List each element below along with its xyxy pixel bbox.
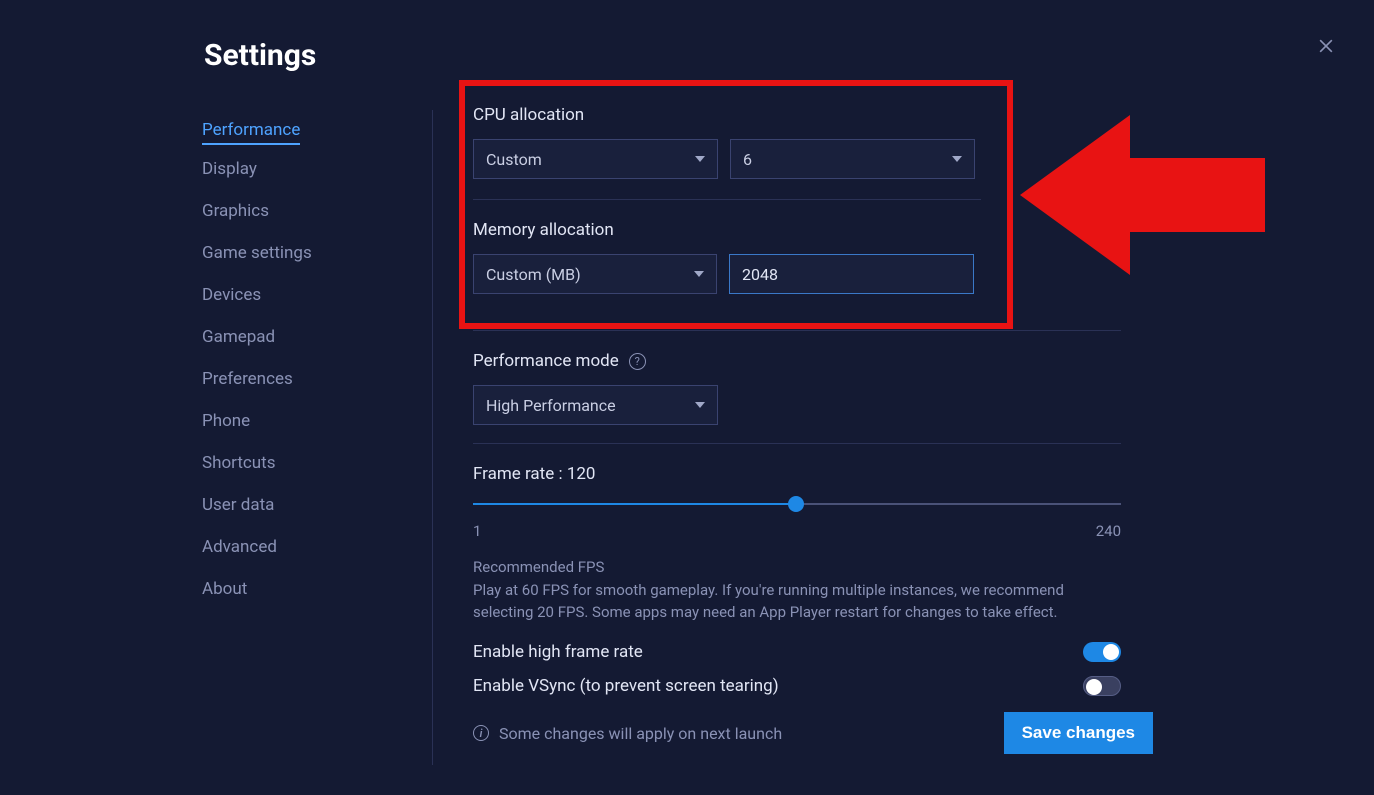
help-icon[interactable]: ? [629, 353, 646, 370]
sidebar-item-shortcuts[interactable]: Shortcuts [202, 445, 402, 481]
settings-content: CPU allocation Custom 6 Memory allocatio… [473, 105, 1121, 696]
memory-value: 2048 [742, 265, 778, 284]
info-icon: i [473, 725, 489, 741]
sidebar-item-gamepad[interactable]: Gamepad [202, 319, 402, 355]
sidebar-item-label: Game settings [202, 243, 312, 263]
memory-value-input[interactable]: 2048 [729, 254, 974, 294]
toggle-knob [1103, 644, 1119, 660]
high-frame-rate-label: Enable high frame rate [473, 642, 643, 662]
slider-fill [473, 503, 796, 505]
chevron-down-icon [695, 156, 705, 162]
sidebar-item-preferences[interactable]: Preferences [202, 361, 402, 397]
footer-note-text: Some changes will apply on next launch [499, 724, 782, 743]
sidebar-item-devices[interactable]: Devices [202, 277, 402, 313]
sidebar-item-label: Graphics [202, 201, 269, 221]
recommended-fps-body: Play at 60 FPS for smooth gameplay. If y… [473, 580, 1121, 624]
sidebar-item-label: Preferences [202, 369, 293, 389]
divider [473, 199, 981, 200]
sidebar-item-label: Advanced [202, 537, 277, 557]
cpu-allocation-label: CPU allocation [473, 105, 1121, 125]
toggle-knob [1086, 679, 1102, 695]
sidebar-item-label: About [202, 579, 247, 599]
sidebar-item-about[interactable]: About [202, 571, 402, 607]
sidebar-item-phone[interactable]: Phone [202, 403, 402, 439]
sidebar-item-label: User data [202, 495, 274, 515]
cpu-count-value: 6 [743, 150, 752, 169]
close-button[interactable] [1316, 36, 1336, 56]
sidebar-item-display[interactable]: Display [202, 151, 402, 187]
divider [473, 330, 1121, 331]
sidebar-item-label: Devices [202, 285, 261, 305]
memory-allocation-section: Memory allocation Custom (MB) 2048 [473, 220, 1121, 294]
sidebar-item-user-data[interactable]: User data [202, 487, 402, 523]
cpu-allocation-section: CPU allocation Custom 6 [473, 105, 1121, 179]
cpu-count-select[interactable]: 6 [730, 139, 975, 179]
vsync-label: Enable VSync (to prevent screen tearing) [473, 676, 779, 696]
sidebar-item-advanced[interactable]: Advanced [202, 529, 402, 565]
cpu-mode-value: Custom [486, 150, 542, 169]
sidebar-item-label: Phone [202, 411, 250, 431]
divider [473, 443, 1121, 444]
footer: i Some changes will apply on next launch… [473, 712, 1153, 754]
sidebar-item-game-settings[interactable]: Game settings [202, 235, 402, 271]
cpu-mode-select[interactable]: Custom [473, 139, 718, 179]
high-frame-rate-toggle[interactable] [1083, 642, 1121, 662]
settings-sidebar: Performance Display Graphics Game settin… [202, 112, 402, 613]
frame-rate-label: Frame rate : 120 [473, 464, 1121, 484]
chevron-down-icon [952, 156, 962, 162]
sidebar-item-label: Gamepad [202, 327, 275, 347]
page-title: Settings [204, 38, 316, 73]
vertical-divider [432, 110, 433, 765]
footer-note: i Some changes will apply on next launch [473, 724, 782, 743]
sidebar-item-label: Shortcuts [202, 453, 276, 473]
chevron-down-icon [694, 271, 704, 277]
high-frame-rate-row: Enable high frame rate [473, 642, 1121, 662]
sidebar-item-performance[interactable]: Performance [202, 112, 300, 145]
slider-thumb[interactable] [788, 496, 804, 512]
performance-mode-section: Performance mode ? High Performance [473, 351, 1121, 425]
memory-allocation-label: Memory allocation [473, 220, 1121, 240]
frame-rate-max: 240 [1096, 522, 1121, 540]
chevron-down-icon [695, 402, 705, 408]
performance-mode-label: Performance mode [473, 351, 619, 371]
performance-mode-select[interactable]: High Performance [473, 385, 718, 425]
save-changes-button[interactable]: Save changes [1004, 712, 1153, 754]
vsync-row: Enable VSync (to prevent screen tearing) [473, 676, 1121, 696]
memory-mode-value: Custom (MB) [486, 265, 581, 284]
vsync-toggle[interactable] [1083, 676, 1121, 696]
frame-rate-section: Frame rate : 120 1 240 Recommended FPS P… [473, 464, 1121, 696]
sidebar-item-label: Display [202, 159, 257, 179]
sidebar-item-label: Performance [202, 120, 300, 140]
recommended-fps-title: Recommended FPS [473, 558, 1121, 576]
close-icon [1316, 36, 1336, 56]
performance-mode-value: High Performance [486, 396, 616, 415]
memory-mode-select[interactable]: Custom (MB) [473, 254, 717, 294]
frame-rate-min: 1 [473, 522, 481, 540]
frame-rate-slider[interactable] [473, 494, 1121, 514]
sidebar-item-graphics[interactable]: Graphics [202, 193, 402, 229]
